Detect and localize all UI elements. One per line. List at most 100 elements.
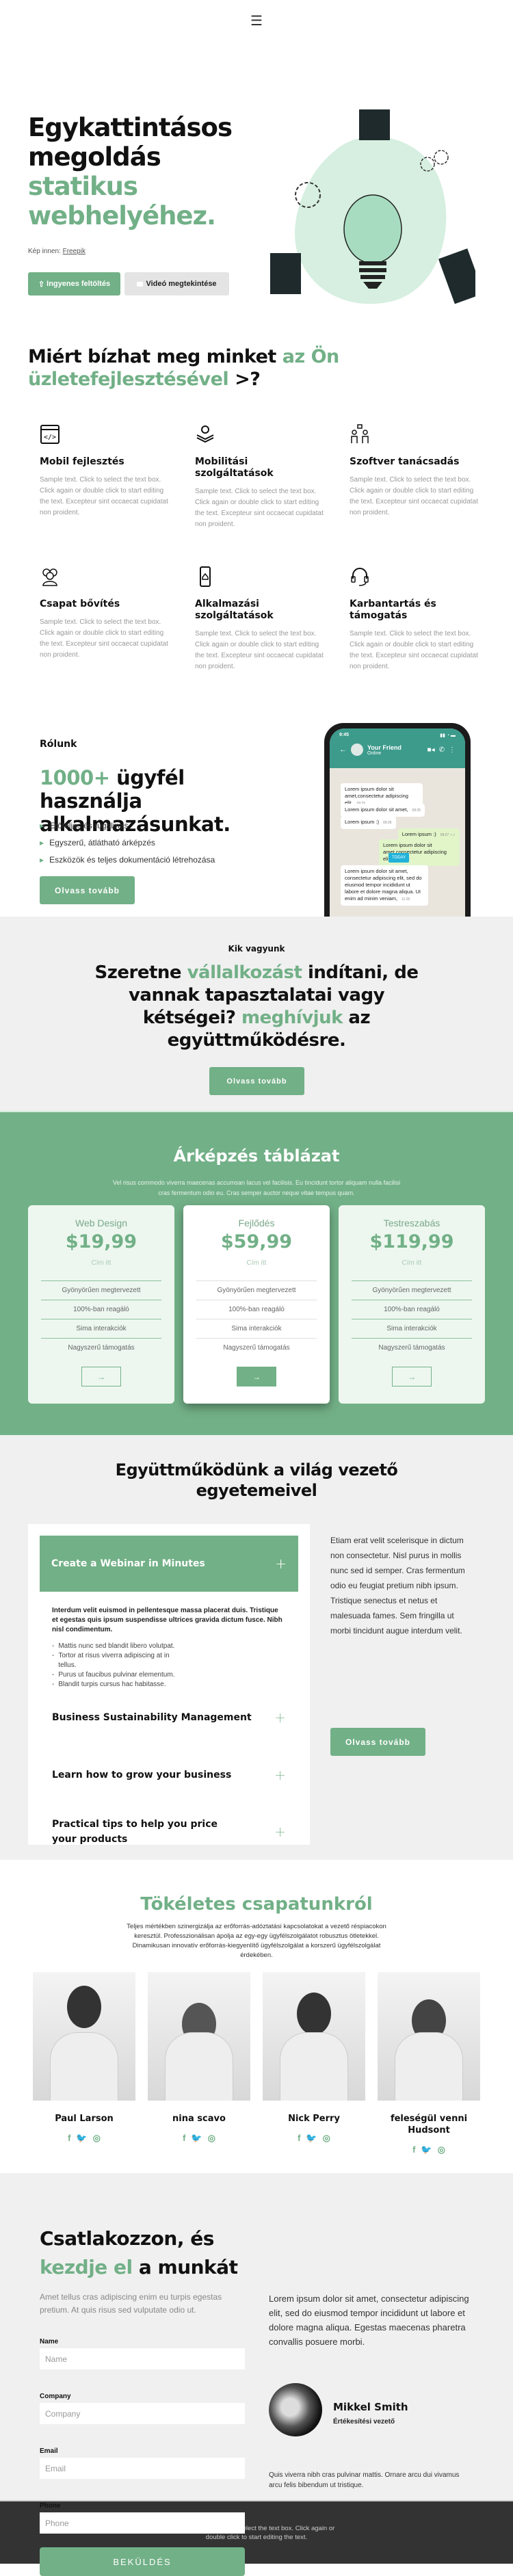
bullet-item: ▶ Erőteljes és rugalmas — [40, 821, 215, 830]
plan-feature: Sima interakciók — [196, 1319, 317, 1339]
contact-subtitle: Amet tellus cras adipiscing enim eu turp… — [40, 2292, 222, 2315]
facebook-icon[interactable]: f — [412, 2144, 415, 2155]
contact-status: Online — [367, 750, 382, 756]
twitter-icon[interactable]: 🐦 — [191, 2133, 202, 2144]
instagram-icon[interactable]: ◎ — [323, 2133, 330, 2144]
list-text: Tortor at risus viverra adipiscing at in… — [58, 1652, 170, 1669]
why-title: Miért bízhat meg minket az Ön üzletefejl… — [28, 345, 384, 391]
plan-price: $119,99 — [369, 1231, 454, 1252]
feature-title: Szoftver tanácsadás — [350, 456, 460, 467]
submit-button[interactable]: BEKÜLDÉS — [40, 2547, 245, 2576]
contact-info: Your Friend Online — [367, 744, 402, 756]
accordion-title: Business Sustainability Management — [52, 1712, 252, 1723]
bullet-item: ▶ Egyszerű, átlátható árképzés — [40, 838, 215, 847]
pricing-card: Testreszabás $119,99 Cím itt Gyönyörűen … — [339, 1205, 485, 1404]
instagram-icon[interactable]: ◎ — [208, 2133, 215, 2144]
team-icon — [42, 568, 57, 586]
plus-icon: + — [275, 1555, 287, 1572]
contact-section: Csatlakozzon, és kezdje el a munkát Amet … — [0, 2173, 513, 2576]
plus-icon: + — [274, 1767, 286, 1783]
plan-caption: Cím itt — [402, 1259, 422, 1267]
contact-name: Your Friend — [367, 744, 402, 751]
dash: - — [52, 1642, 55, 1650]
why-section: Miért bízhat meg minket az Ön üzletefejl… — [0, 328, 513, 711]
person-name: Mikkel Smith — [333, 2401, 408, 2413]
accordion-item-open[interactable]: Create a Webinar in Minutes + — [40, 1536, 298, 1592]
plan-feature: Gyönyörűen megtervezett — [352, 1281, 472, 1300]
hamburger-icon[interactable]: ☰ — [250, 12, 263, 29]
freepik-link[interactable]: Freepik — [63, 248, 86, 255]
plan-arrow-button[interactable]: → — [237, 1367, 276, 1386]
about-read-more-button[interactable]: Olvass tovább — [40, 876, 135, 904]
facebook-icon[interactable]: f — [68, 2133, 70, 2144]
member-photo — [378, 1972, 480, 2101]
consulting-people-icon — [351, 424, 369, 443]
watch-video-label: Videó megtekintése — [146, 280, 217, 288]
facebook-icon[interactable]: f — [183, 2133, 185, 2144]
plan-feature: 100%-ban reagáló — [196, 1300, 317, 1319]
instagram-icon[interactable]: ◎ — [93, 2133, 101, 2144]
member-name: Nick Perry — [288, 2114, 340, 2124]
credit-prefix: Kép innen: — [28, 248, 61, 255]
team-member: Paul Larson f 🐦 ◎ — [33, 1972, 135, 2144]
photo-body — [280, 2032, 348, 2101]
about-label: Rólunk — [40, 739, 77, 750]
chat-header: 9:45 ▮▮ ◔ ▬ ← Your Friend Online ■◂ ✆ ⋮ — [330, 728, 465, 768]
social-links: f 🐦 ◎ — [33, 2133, 135, 2144]
universities-read-more-button[interactable]: Olvass tovább — [330, 1728, 425, 1756]
plan-arrow-button[interactable]: → — [81, 1367, 121, 1386]
triangle-icon: ▶ — [40, 822, 44, 829]
watch-video-button[interactable]: Videó megtekintése — [124, 272, 229, 295]
chat-bubble: Lorem ipsum dolor sit amet, consectetur … — [341, 865, 428, 906]
who-title: Szeretne vállalkozást indítani, de vanna… — [82, 962, 431, 1052]
accordion-item[interactable]: Practical tips to help you price your pr… — [52, 1817, 286, 1847]
phone-input[interactable] — [40, 2512, 245, 2534]
contact-t1: Csatlakozzon, és — [40, 2227, 214, 2250]
feature-card: Karbantartás és támogatás Sample text. C… — [350, 566, 479, 672]
accordion-item[interactable]: Learn how to grow your business + — [52, 1767, 286, 1783]
twitter-icon[interactable]: 🐦 — [306, 2133, 317, 2144]
phone-time: 9:45 — [339, 733, 350, 737]
name-input[interactable] — [40, 2348, 245, 2369]
plan-feature: Nagyszerű támogatás — [223, 1344, 290, 1352]
who-read-more-button[interactable]: Olvass tovább — [209, 1067, 304, 1095]
accordion-item[interactable]: Business Sustainability Management + — [52, 1710, 286, 1725]
chat-bubble: Lorem ipsum :) 09:26 — [341, 816, 396, 829]
instagram-icon[interactable]: ◎ — [438, 2144, 445, 2155]
feature-card: Mobilitási szolgáltatások Sample text. C… — [195, 424, 325, 530]
facebook-icon[interactable]: f — [298, 2133, 300, 2144]
plan-feature: Gyönyörűen megtervezett — [41, 1281, 161, 1300]
feature-text: Sample text. Click to select the text bo… — [350, 476, 478, 516]
plan-arrow-button[interactable]: → — [392, 1367, 432, 1386]
avatar — [269, 2383, 322, 2436]
company-label: Company — [40, 2393, 71, 2400]
photo-body — [395, 2032, 463, 2101]
phone-mockup: 9:45 ▮▮ ◔ ▬ ← Your Friend Online ■◂ ✆ ⋮ Lo… — [324, 723, 471, 917]
team-member: nina scavo f 🐦 ◎ — [148, 1972, 250, 2144]
plan-price: $59,99 — [220, 1231, 293, 1252]
team-subtitle: Teljes mértékben szinergizálja az erőfor… — [127, 1923, 386, 1959]
company-input[interactable] — [40, 2403, 245, 2424]
accordion-title: Learn how to grow your business — [52, 1770, 232, 1780]
about-bullets: ▶ Erőteljes és rugalmas ▶ Egyszerű, átláth… — [40, 821, 215, 872]
plan-caption: Cím itt — [91, 1259, 111, 1267]
feature-text: Sample text. Click to select the text bo… — [195, 630, 324, 670]
bubble-time: 09:25 — [412, 809, 421, 813]
free-upload-button[interactable]: ⇧ Ingyenes feltöltés — [28, 272, 120, 295]
phone-screen: 9:45 ▮▮ ◔ ▬ ← Your Friend Online ■◂ ✆ ⋮ Lo… — [330, 728, 465, 917]
photo-head — [297, 1993, 331, 2035]
social-links: f 🐦 ◎ — [378, 2144, 480, 2155]
who-t4: meghívjuk — [241, 1008, 343, 1028]
plan-feature: 100%-ban reagáló — [41, 1300, 161, 1319]
accordion-list-item: - Mattis nunc sed blandit libero volutpat… — [52, 1642, 182, 1651]
feature-text: Sample text. Click to select the text bo… — [350, 630, 478, 670]
plan-feature: Sima interakciók — [352, 1319, 472, 1339]
twitter-icon[interactable]: 🐦 — [421, 2144, 432, 2155]
photo-body — [50, 2032, 118, 2101]
twitter-icon[interactable]: 🐦 — [76, 2133, 87, 2144]
mobile-app-icon — [200, 566, 211, 587]
email-input[interactable] — [40, 2458, 245, 2479]
contact-t3: a munkát — [132, 2256, 238, 2278]
member-photo — [33, 1972, 135, 2101]
pricing-title: Árképzés táblázat — [173, 1146, 340, 1166]
